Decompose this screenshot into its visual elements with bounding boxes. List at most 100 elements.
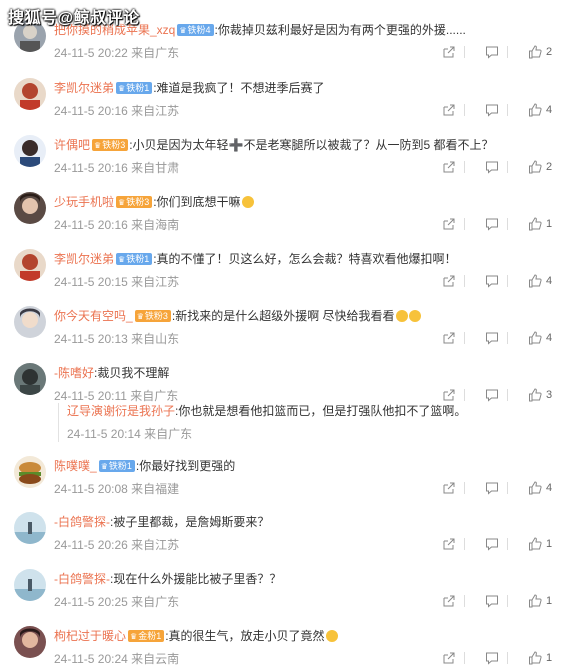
like-icon[interactable] <box>528 45 542 59</box>
emoji-icon <box>408 309 421 322</box>
like-count: 1 <box>546 652 553 664</box>
comment-time: 24-11-5 20:16 来自江苏 <box>54 104 180 118</box>
like-icon[interactable] <box>528 481 542 495</box>
emoji-icon <box>325 629 338 642</box>
comment-text: :难道是我疯了！不想进季后赛了 <box>153 81 325 95</box>
comment-text: :你最好找到更强的 <box>135 459 236 473</box>
fan-badge: ♛铁粉1 <box>116 81 153 94</box>
comment-icon[interactable] <box>485 594 499 608</box>
comment-time: 24-11-5 20:08 来自福建 <box>54 482 180 496</box>
like-count: 4 <box>546 332 553 344</box>
share-icon[interactable] <box>442 103 456 117</box>
fan-badge: ♛铁粉1 <box>98 459 135 472</box>
comment-icon[interactable] <box>485 481 499 495</box>
reply-time: 24-11-5 20:14 来自广东 <box>67 427 193 441</box>
like-count: 1 <box>546 595 553 607</box>
avatar[interactable] <box>14 456 46 488</box>
share-icon[interactable] <box>442 594 456 608</box>
comment-time: 24-11-5 20:24 来自云南 <box>54 652 180 666</box>
username[interactable]: -白鸽警探- <box>54 515 110 529</box>
fan-badge: ♛铁粉3 <box>134 309 171 322</box>
reply-username[interactable]: 辽导演谢衍是我孙子 <box>67 404 175 418</box>
username[interactable]: 李凯尔迷弟 <box>54 81 114 95</box>
comment-text: :真的很生气，放走小贝了竟然 <box>165 629 325 643</box>
share-icon[interactable] <box>442 651 456 665</box>
username[interactable]: -白鸽警探- <box>54 572 110 586</box>
like-icon[interactable] <box>528 331 542 345</box>
avatar[interactable] <box>14 78 46 110</box>
comment-icon[interactable] <box>485 537 499 551</box>
share-icon[interactable] <box>442 160 456 174</box>
like-icon[interactable] <box>528 160 542 174</box>
username[interactable]: -陈嗜好 <box>54 366 94 380</box>
like-icon[interactable] <box>528 274 542 288</box>
like-count: 3 <box>546 389 553 401</box>
username[interactable]: 李凯尔迷弟 <box>54 252 114 266</box>
like-count: 4 <box>546 104 553 116</box>
like-icon[interactable] <box>528 594 542 608</box>
comment-icon[interactable] <box>485 331 499 345</box>
avatar[interactable] <box>14 512 46 544</box>
comment-time: 24-11-5 20:16 来自海南 <box>54 218 180 232</box>
avatar[interactable] <box>14 569 46 601</box>
comment-text: :新找来的是什么超级外援啊 尽快给我看看 <box>171 309 395 323</box>
comment-time: 24-11-5 20:22 来自广东 <box>54 46 180 60</box>
username[interactable]: 陈噗噗_ <box>54 459 97 473</box>
avatar[interactable] <box>14 306 46 338</box>
like-icon[interactable] <box>528 217 542 231</box>
share-icon[interactable] <box>442 274 456 288</box>
like-count: 4 <box>546 275 553 287</box>
comment-icon[interactable] <box>485 388 499 402</box>
comment-time: 24-11-5 20:26 来自江苏 <box>54 538 180 552</box>
share-icon[interactable] <box>442 45 456 59</box>
like-count: 2 <box>546 46 553 58</box>
comment-time: 24-11-5 20:16 来自甘肃 <box>54 161 180 175</box>
comment-text: :裁贝我不理解 <box>94 366 170 380</box>
share-icon[interactable] <box>442 481 456 495</box>
username[interactable]: 许偶吧 <box>54 138 90 152</box>
share-icon[interactable] <box>442 217 456 231</box>
like-count: 1 <box>546 538 553 550</box>
comment-text: :你们到底想干嘛 <box>153 195 241 209</box>
reply-text: :你也就是想看他扣篮而已，但是打强队他扣不了篮啊。 <box>175 404 467 418</box>
username[interactable]: 枸杞过于暖心 <box>54 629 126 643</box>
avatar[interactable] <box>14 249 46 281</box>
avatar[interactable] <box>14 363 46 395</box>
comment-time: 24-11-5 20:15 来自江苏 <box>54 275 180 289</box>
comment-icon[interactable] <box>485 274 499 288</box>
like-count: 1 <box>546 218 553 230</box>
fan-badge: ♛铁粉3 <box>92 138 129 151</box>
fan-badge: ♛铁粉4 <box>177 23 214 36</box>
share-icon[interactable] <box>442 537 456 551</box>
comment-icon[interactable] <box>485 160 499 174</box>
like-icon[interactable] <box>528 651 542 665</box>
emoji-icon <box>395 309 408 322</box>
like-icon[interactable] <box>528 537 542 551</box>
username[interactable]: 少玩手机啦 <box>54 195 114 209</box>
fan-badge: ♛铁粉1 <box>116 252 153 265</box>
comment-text: :你裁掉贝兹利最好是因为有两个更强的外援...... <box>214 23 466 37</box>
watermark: 搜狐号@鲸叔评论 <box>8 10 140 27</box>
avatar[interactable] <box>14 135 46 167</box>
like-icon[interactable] <box>528 388 542 402</box>
avatar[interactable] <box>14 626 46 658</box>
comment-icon[interactable] <box>485 45 499 59</box>
comment-text: :小贝是因为太年轻➕不是老寒腿所以被裁了？从一防到5 都看不上？ <box>129 138 494 152</box>
comment-text: :真的不懂了！贝这么好，怎么会裁？特喜欢看他爆扣啊！ <box>153 252 457 266</box>
comment-icon[interactable] <box>485 103 499 117</box>
fan-badge: ♛金粉1 <box>128 629 165 642</box>
like-count: 4 <box>546 482 553 494</box>
comment-time: 24-11-5 20:25 来自广东 <box>54 595 180 609</box>
comment-text: :现在什么外援能比被子里香？？ <box>110 572 282 586</box>
comment-text: :被子里都裁，是詹姆斯要来？ <box>110 515 270 529</box>
emoji-icon <box>241 195 254 208</box>
comment-icon[interactable] <box>485 651 499 665</box>
reply-block: 辽导演谢衍是我孙子:你也就是想看他扣篮而已，但是打强队他扣不了篮啊。 24-11… <box>58 403 567 442</box>
username[interactable]: 你今天有空吗_ <box>54 309 133 323</box>
share-icon[interactable] <box>442 331 456 345</box>
share-icon[interactable] <box>442 388 456 402</box>
comment-icon[interactable] <box>485 217 499 231</box>
like-count: 2 <box>546 161 553 173</box>
like-icon[interactable] <box>528 103 542 117</box>
avatar[interactable] <box>14 192 46 224</box>
